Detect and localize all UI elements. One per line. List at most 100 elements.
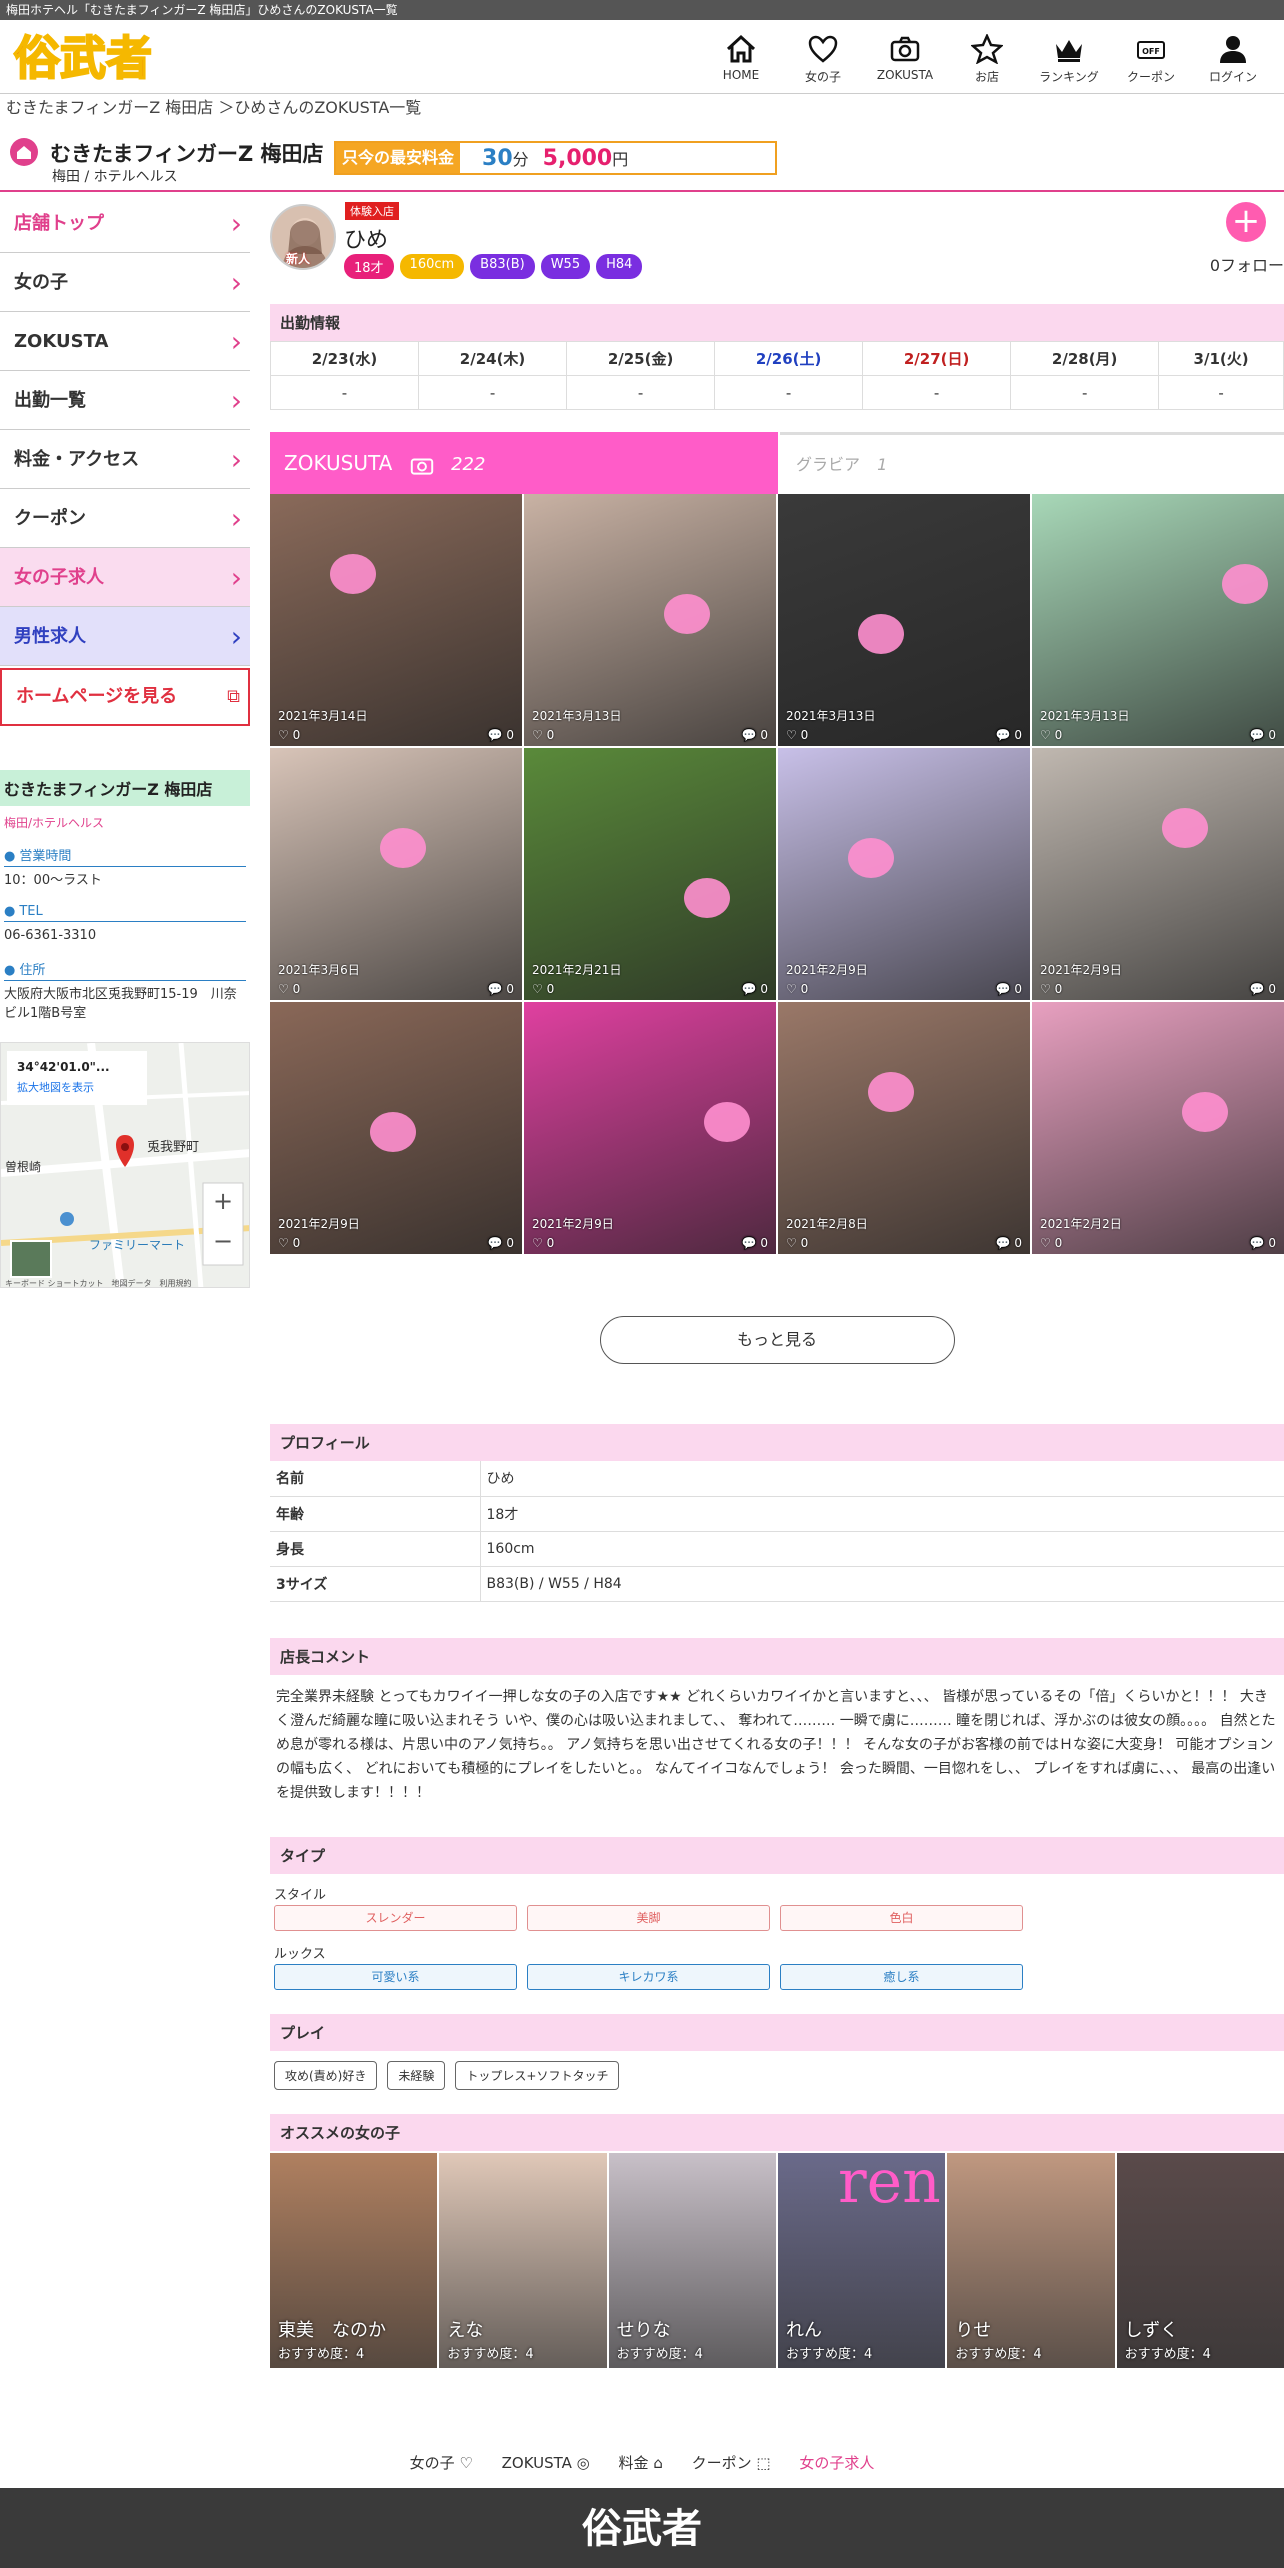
sidebar-item-male-jobs[interactable]: 男性求人 — [0, 607, 250, 666]
sidebar-item-zokusta[interactable]: ZOKUSTA — [0, 312, 250, 371]
map-place-label: 兎我野町 — [147, 1140, 199, 1155]
zoom-out-icon: − — [213, 1227, 233, 1255]
map-expand-link: 拡大地図を表示 — [17, 1080, 94, 1094]
nav-label: 女の子 — [804, 70, 841, 84]
nav-ranking[interactable]: ランキング — [1028, 34, 1110, 85]
like-count: 0 — [800, 1236, 809, 1250]
tab-gravure-count: 1 — [877, 455, 888, 474]
google-map[interactable]: 34°42'01.0"... 拡大地図を表示 兎我野町 曽根崎 ファミリーマート… — [0, 1042, 250, 1288]
zokusta-photo[interactable]: 2021年3月6日 ♡ 0 💬 0 — [270, 748, 522, 1000]
map-canvas[interactable]: 34°42'01.0"... 拡大地図を表示 兎我野町 曽根崎 ファミリーマート… — [1, 1043, 250, 1288]
recommended-girl-card[interactable]: えな おすすめ度：4 — [439, 2152, 607, 2368]
zokusta-photo[interactable]: 2021年2月9日 ♡ 0 💬 0 — [1032, 748, 1284, 1000]
follow-button[interactable]: + — [1226, 202, 1266, 242]
breadcrumb[interactable]: むきたまフィンガーZ 梅田店 ＞ひめさんのZOKUSTA一覧 — [6, 97, 421, 119]
comment-count: 0 — [1268, 1236, 1276, 1250]
zokusta-photo[interactable]: 2021年3月13日 ♡ 0 💬 0 — [524, 494, 776, 746]
nav-coupon[interactable]: OFF クーポン — [1110, 34, 1192, 85]
footer-link-price[interactable]: 料金 ⌂ — [619, 2454, 663, 2472]
zokusta-photo[interactable]: 2021年2月9日 ♡ 0 💬 0 — [778, 748, 1030, 1000]
looks-label: ルックス — [274, 1946, 326, 1962]
price-minutes-unit: 分 — [512, 149, 529, 169]
nav-girls[interactable]: 女の子 — [782, 34, 864, 85]
shop-sidebar: 店舗トップ 女の子 ZOKUSTA 出勤一覧 料金・アクセス クーポン 女の子求… — [0, 194, 250, 726]
girl-name[interactable]: ひめ — [344, 222, 388, 254]
zokusta-photo[interactable]: 2021年3月13日 ♡ 0 💬 0 — [778, 494, 1030, 746]
site-logo[interactable]: 俗武者 — [12, 30, 182, 86]
recommend-title: オススメの女の子 — [270, 2113, 1284, 2151]
photo-date: 2021年2月9日 — [786, 963, 868, 977]
address-value: 大阪府大阪市北区兎我野町15-19 川奈ビル1階B号室 — [4, 987, 237, 1021]
profile-table: 名前 ひめ 年齢 18才 身長 160cm 3サイズ B83(B) / W55 / H8… — [270, 1461, 1284, 1602]
nav-shops[interactable]: お店 — [946, 34, 1028, 85]
nav-zokusta[interactable]: ZOKUSTA — [864, 34, 946, 85]
recommended-girl-card[interactable]: 東美 なのか おすすめ度：4 — [270, 2152, 438, 2368]
photo-likes: ♡ 0 — [1040, 982, 1062, 996]
like-icon: ♡ — [278, 982, 293, 996]
sidebar-item-schedule[interactable]: 出勤一覧 — [0, 371, 250, 430]
tel-value[interactable]: 06-6361-3310 — [0, 922, 250, 945]
comment-count: 0 — [1014, 728, 1022, 742]
like-count: 0 — [1054, 728, 1063, 742]
footer-nav: 女の子 ♡ ZOKUSTA ◎ 料金 ⌂ クーポン ⬚ 女の子求人 — [0, 2452, 1284, 2473]
recommended-girl-card[interactable]: しずく おすすめ度：4 — [1116, 2152, 1284, 2368]
play-chip: 未経験 — [387, 2060, 446, 2090]
tab-gravure[interactable]: グラビア 1 — [780, 432, 1284, 494]
like-count: 0 — [546, 982, 555, 996]
photo-likes: ♡ 0 — [1040, 1236, 1062, 1250]
nav-login[interactable]: ログイン — [1192, 34, 1274, 85]
tab-zokusta[interactable]: ZOKUSUTA 222 — [270, 432, 778, 494]
lowest-price-box[interactable]: 只今の最安料金 30分 5,000円 — [334, 141, 777, 175]
footer-logo[interactable]: 俗武者 — [0, 2488, 1284, 2568]
looks-chips: 可愛い系 キレカワ系 癒し系 — [270, 1962, 1284, 1992]
recommended-girl-score: おすすめ度：4 — [785, 2346, 873, 2362]
schedule-date: 2/23(水) — [269, 341, 420, 376]
play-chip: 攻め(責め)好き — [274, 2060, 378, 2090]
sidebar-item-price-access[interactable]: 料金・アクセス — [0, 430, 250, 489]
home-icon — [726, 34, 756, 63]
footer-link-girl-jobs[interactable]: 女の子求人 — [799, 2454, 874, 2472]
type-title: タイプ — [270, 1836, 1284, 1874]
camera-icon — [410, 458, 433, 475]
recommended-girl-score: おすすめ度：4 — [616, 2346, 703, 2362]
zokusta-photo[interactable]: 2021年3月13日 ♡ 0 💬 0 — [1032, 494, 1284, 746]
footer-link-girls[interactable]: 女の子 ♡ — [410, 2454, 473, 2472]
zokusta-photo[interactable]: 2021年2月8日 ♡ 0 💬 0 — [778, 1002, 1030, 1254]
price-minutes: 30 — [482, 145, 513, 171]
sidebar-item-girl-jobs[interactable]: 女の子求人 — [0, 548, 250, 607]
photo-comments: 💬 0 — [488, 1236, 514, 1250]
heart-sticker — [370, 1112, 416, 1152]
comment-icon: 💬 — [741, 728, 761, 742]
svg-text:OFF: OFF — [1142, 47, 1160, 56]
recommended-girl-card[interactable]: ren れん おすすめ度：4 — [777, 2152, 946, 2368]
zokusta-photo[interactable]: 2021年2月9日 ♡ 0 💬 0 — [270, 1002, 522, 1254]
photo-date: 2021年3月13日 — [786, 709, 876, 723]
photo-comments: 💬 0 — [996, 728, 1022, 742]
zokusta-photo[interactable]: 2021年2月9日 ♡ 0 💬 0 — [524, 1002, 776, 1254]
nav-home[interactable]: HOME — [700, 34, 782, 85]
sidebar-item-shop-top[interactable]: 店舗トップ — [0, 194, 250, 253]
footer-link-zokusta[interactable]: ZOKUSTA ◎ — [502, 2454, 590, 2472]
sidebar-item-coupon[interactable]: クーポン — [0, 489, 250, 548]
logo-text: 俗武者 — [14, 31, 152, 85]
shop-name[interactable]: むきたまフィンガーZ 梅田店 — [50, 138, 324, 168]
comment-count: 0 — [1014, 1236, 1022, 1250]
site-header: 俗武者 HOME 女の子 ZOKUSTA お店 ランキング OFF クーポン ロ… — [0, 20, 1284, 94]
zokusta-photo[interactable]: 2021年2月2日 ♡ 0 💬 0 — [1032, 1002, 1284, 1254]
like-icon: ♡ — [1040, 1236, 1055, 1250]
recommended-girl-card[interactable]: せりな おすすめ度：4 — [608, 2152, 776, 2368]
crown-icon — [1056, 40, 1082, 62]
recommended-girl-card[interactable]: りせ おすすめ度：4 — [947, 2152, 1115, 2368]
load-more-button[interactable]: もっと見る — [599, 1316, 955, 1364]
sidebar-item-homepage[interactable]: ホームページを見る — [0, 668, 250, 726]
footer-link-coupon[interactable]: クーポン ⬚ — [692, 2454, 771, 2472]
zokusta-photo[interactable]: 2021年2月21日 ♡ 0 💬 0 — [524, 748, 776, 1000]
nav-label: HOME — [722, 68, 760, 82]
sidebar-item-girls[interactable]: 女の子 — [0, 253, 250, 312]
comment-count: 0 — [506, 728, 514, 742]
zokusta-photo[interactable]: 2021年3月14日 ♡ 0 💬 0 — [270, 494, 522, 746]
photo-date: 2021年3月14日 — [278, 709, 368, 723]
price-yen-unit: 円 — [612, 149, 629, 169]
zokusta-photo-grid: 2021年3月14日 ♡ 0 💬 0 2021年3月13日 ♡ 0 💬 0 2021年3月1… — [270, 494, 1284, 1254]
girl-avatar[interactable]: 新人 — [270, 204, 336, 270]
